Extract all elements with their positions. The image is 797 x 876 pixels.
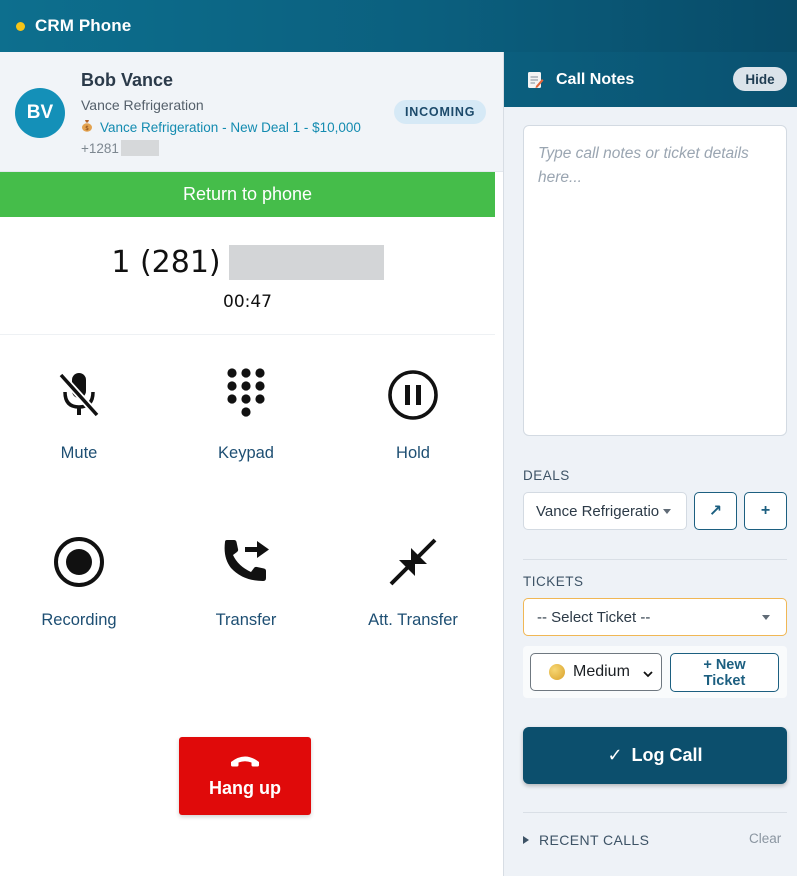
deal-select-value: Vance Refrigeration - New Deal 1 - $10,0…: [536, 502, 660, 520]
avatar: BV: [15, 88, 65, 138]
redacted-number: [228, 245, 384, 280]
caller-name: Bob Vance: [81, 70, 174, 90]
hide-button[interactable]: Hide: [733, 67, 787, 91]
divider: [523, 812, 787, 813]
call-notes-textarea[interactable]: Type call notes or ticket details here..…: [523, 125, 787, 436]
memo-icon: [526, 70, 544, 90]
log-call-label: Log Call: [631, 745, 703, 765]
money-bag-icon: $: [81, 119, 93, 135]
deal-select[interactable]: Vance Refrigeration - New Deal 1 - $10,0…: [523, 492, 687, 530]
log-call-button[interactable]: ✓ Log Call: [523, 727, 787, 784]
ticket-options-row: Medium + New Ticket: [523, 646, 787, 698]
return-to-phone-button[interactable]: Return to phone: [0, 172, 495, 217]
keypad-button[interactable]: Keypad: [176, 367, 316, 477]
notes-title: Call Notes: [556, 70, 635, 88]
hold-button[interactable]: Hold: [343, 367, 483, 477]
svg-text:$: $: [85, 125, 89, 132]
hang-up-icon: [229, 753, 261, 774]
notes-header: Call Notes Hide: [504, 52, 797, 107]
caller-deal-text: Vance Refrigeration - New Deal 1 - $10,0…: [100, 119, 361, 135]
keypad-label: Keypad: [218, 444, 274, 462]
dialed-number-prefix: 1 (281): [111, 245, 221, 280]
external-link-icon: ↗: [708, 503, 723, 520]
call-panel: BV Bob Vance Vance Refrigeration $ Vance…: [0, 52, 503, 876]
app-title: CRM Phone: [35, 16, 132, 35]
checkmark-icon: ✓: [607, 745, 623, 765]
tickets-section-label: TICKETS: [523, 574, 584, 589]
chevron-down-icon: [762, 615, 770, 620]
clear-recent-button[interactable]: Clear: [749, 831, 781, 846]
caller-phone: +1281: [81, 140, 159, 156]
notes-panel: Call Notes Hide Type call notes or ticke…: [503, 52, 797, 876]
caret-right-icon: [523, 836, 529, 844]
open-deal-button[interactable]: ↗: [694, 492, 737, 530]
mic-off-icon: [51, 367, 107, 423]
status-dot: [16, 21, 25, 31]
mute-label: Mute: [60, 444, 98, 462]
app-header: CRM Phone: [0, 0, 797, 52]
new-ticket-label-line1: + New: [703, 656, 746, 673]
status-badge: INCOMING: [394, 100, 487, 124]
call-display: 1 (281) 00:47: [0, 217, 495, 335]
new-ticket-label-line2: Ticket: [703, 672, 746, 689]
ticket-select-value: -- Select Ticket --: [537, 608, 651, 626]
recording-label: Recording: [41, 611, 117, 629]
keypad-icon: [218, 367, 274, 423]
deals-section-label: DEALS: [523, 468, 570, 483]
recording-button[interactable]: Recording: [9, 534, 149, 644]
merge-arrows-icon: [385, 534, 441, 590]
plus-icon: +: [760, 502, 771, 519]
redacted-number: [120, 140, 159, 156]
priority-select[interactable]: Medium: [530, 653, 662, 691]
hold-label: Hold: [396, 444, 430, 462]
divider: [523, 559, 787, 560]
new-ticket-button[interactable]: + New Ticket: [670, 653, 779, 692]
priority-value: Medium: [573, 663, 630, 680]
caller-phone-prefix: +1281: [81, 140, 119, 156]
dialed-number: 1 (281): [0, 245, 495, 280]
hang-up-label: Hang up: [209, 778, 281, 798]
hang-up-button[interactable]: Hang up: [179, 737, 311, 815]
record-icon: [51, 534, 107, 590]
recent-calls-toggle[interactable]: RECENT CALLS: [523, 832, 649, 848]
ticket-select[interactable]: -- Select Ticket --: [523, 598, 787, 636]
add-deal-button[interactable]: +: [744, 492, 787, 530]
recent-calls-label: RECENT CALLS: [539, 832, 650, 848]
att-transfer-label: Att. Transfer: [368, 611, 458, 629]
caller-card: BV Bob Vance Vance Refrigeration $ Vance…: [0, 52, 503, 172]
transfer-label: Transfer: [215, 611, 277, 629]
chevron-down-icon: [663, 509, 671, 514]
pause-icon: [385, 367, 441, 423]
phone-forward-icon: [218, 534, 274, 590]
att-transfer-button[interactable]: Att. Transfer: [343, 534, 483, 644]
priority-dot-icon: [549, 664, 565, 680]
chevron-down-icon: [643, 666, 653, 678]
call-timer: 00:47: [223, 292, 272, 312]
mute-button[interactable]: Mute: [9, 367, 149, 477]
caller-deal-link[interactable]: $ Vance Refrigeration - New Deal 1 - $10…: [81, 119, 361, 135]
transfer-button[interactable]: Transfer: [176, 534, 316, 644]
caller-company: Vance Refrigeration: [81, 97, 204, 113]
